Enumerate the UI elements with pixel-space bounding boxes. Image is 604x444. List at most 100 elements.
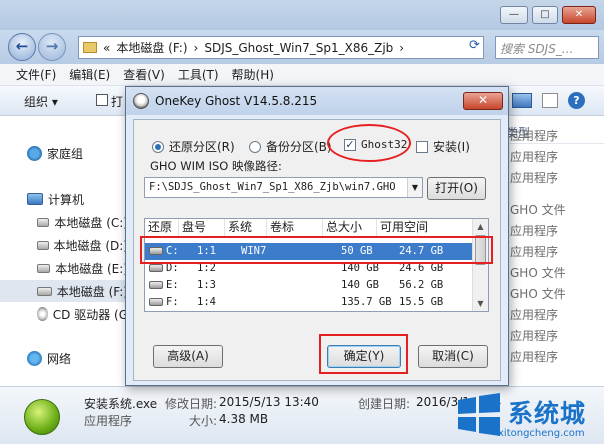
column-header-system[interactable]: 系统 xyxy=(225,219,267,236)
install-checkbox[interactable]: 安装(I) xyxy=(416,138,470,155)
scroll-down-icon[interactable]: ▼ xyxy=(473,296,488,311)
minimize-button[interactable]: — xyxy=(500,6,528,24)
partition-row-f[interactable]: F: 1:4 135.7 GB 15.5 GB xyxy=(145,294,473,311)
back-button[interactable]: ← xyxy=(8,33,36,61)
navigation-pane: 家庭组 计算机 本地磁盘 (C:) 本地磁盘 (D:) 本地磁盘 (E:) 本地… xyxy=(0,116,128,386)
close-button[interactable]: ✕ xyxy=(562,6,596,24)
checkbox-empty-icon xyxy=(416,140,428,153)
file-type-cell[interactable]: GHO 文件 xyxy=(500,263,604,284)
breadcrumb-overflow[interactable]: « xyxy=(103,41,110,55)
details-modified-value: 2015/5/13 13:40 xyxy=(219,395,319,409)
file-type-cell[interactable]: GHO 文件 xyxy=(500,200,604,221)
scroll-thumb[interactable] xyxy=(475,235,486,265)
file-type-cell[interactable]: 应用程序 xyxy=(500,168,604,189)
partition-row-c[interactable]: C: 1:1 WIN7 50 GB 24.7 GB xyxy=(145,243,473,260)
menu-help[interactable]: 帮助(H) xyxy=(232,66,274,83)
dialog-title-bar[interactable]: OneKey Ghost V14.5.8.215 xyxy=(126,87,508,115)
restore-partition-radio[interactable]: 还原分区(R) xyxy=(152,138,235,155)
drive-icon xyxy=(37,240,49,250)
backup-partition-radio[interactable]: 备份分区(B) xyxy=(249,138,332,155)
details-size-value: 4.38 MB xyxy=(219,412,269,426)
hard-disk-icon xyxy=(149,298,163,306)
column-header-volume-label[interactable]: 卷标 xyxy=(267,219,323,236)
column-header-disk-number[interactable]: 盘号 xyxy=(179,219,225,236)
watermark-title: 系统城 xyxy=(508,399,587,428)
windows-logo-icon xyxy=(458,393,500,436)
file-type-cell[interactable]: 应用程序 xyxy=(500,305,604,326)
menu-tools[interactable]: 工具(T) xyxy=(178,66,219,83)
ghost32-checkbox[interactable]: ✓ Ghost32 xyxy=(344,138,407,151)
organize-button[interactable]: 组织 ▾ xyxy=(24,93,58,110)
drive-icon xyxy=(37,263,51,273)
partition-row-d[interactable]: D: 1:2 140 GB 24.6 GB xyxy=(145,260,473,277)
nav-item-network[interactable]: 网络 xyxy=(0,347,128,369)
partition-list-scrollbar[interactable]: ▲ ▼ xyxy=(472,219,488,311)
details-created-label: 创建日期: xyxy=(358,397,411,411)
file-type-cell[interactable]: 应用程序 xyxy=(500,326,604,347)
file-type-cell[interactable]: 应用程序 xyxy=(500,347,604,368)
ok-button[interactable]: 确定(Y) xyxy=(327,345,401,368)
file-type-cell[interactable]: GHO 文件 xyxy=(500,284,604,305)
advanced-button[interactable]: 高级(A) xyxy=(153,345,223,368)
open-button[interactable]: 打 xyxy=(111,93,123,110)
details-size-label: 大小: xyxy=(189,414,218,428)
breadcrumb-separator[interactable]: › xyxy=(194,41,199,55)
installer-app-icon xyxy=(24,399,60,435)
nav-item-drive-c[interactable]: 本地磁盘 (C:) xyxy=(0,211,128,233)
partition-list[interactable]: 还原 盘号 系统 卷标 总大小 可用空间 C: 1:1 WIN7 50 GB 2… xyxy=(144,218,489,312)
partition-row-e[interactable]: E: 1:3 140 GB 56.2 GB xyxy=(145,277,473,294)
menu-view[interactable]: 查看(V) xyxy=(123,66,165,83)
help-icon[interactable]: ? xyxy=(568,92,585,109)
file-type-cell[interactable]: 应用程序 xyxy=(500,221,604,242)
computer-icon xyxy=(27,193,43,205)
hard-disk-icon xyxy=(149,281,163,289)
file-type-cell[interactable]: 应用程序 xyxy=(500,147,604,168)
dialog-close-button[interactable]: ✕ xyxy=(463,92,503,110)
drive-icon xyxy=(37,217,50,227)
dialog-title: OneKey Ghost V14.5.8.215 xyxy=(155,94,318,108)
nav-item-cd-drive[interactable]: CD 驱动器 (G xyxy=(0,303,128,325)
maximize-button[interactable]: □ xyxy=(532,6,558,24)
nav-item-computer[interactable]: 计算机 xyxy=(0,188,128,210)
forward-button[interactable]: → xyxy=(38,33,66,61)
breadcrumb-folder[interactable]: SDJS_Ghost_Win7_Sp1_X86_Zjb xyxy=(204,41,393,55)
file-type-cell[interactable]: 应用程序 xyxy=(500,126,604,147)
watermark-url: xitongcheng.com xyxy=(498,428,585,439)
chevron-down-icon[interactable]: ▼ xyxy=(407,178,422,197)
open-icon xyxy=(96,94,108,106)
search-input[interactable]: 搜索 SDJS_... xyxy=(495,36,599,59)
image-path-combobox[interactable]: F:\SDJS_Ghost_Win7_Sp1_X86_Zjb\win7.GHO … xyxy=(144,177,423,198)
menu-bar: 文件(F) 编辑(E) 查看(V) 工具(T) 帮助(H) xyxy=(0,64,604,86)
menu-file[interactable]: 文件(F) xyxy=(16,66,56,83)
column-header-restore[interactable]: 还原 xyxy=(145,219,179,236)
drive-icon xyxy=(37,286,52,296)
file-type-cell[interactable]: 应用程序 xyxy=(500,242,604,263)
file-list-pane: 类型 应用程序 应用程序 应用程序 GHO 文件 应用程序 应用程序 GHO 文… xyxy=(500,116,604,386)
view-icon[interactable] xyxy=(512,93,532,108)
open-file-button[interactable]: 打开(O) xyxy=(427,177,486,200)
network-icon xyxy=(27,350,42,366)
details-filename: 安装系统.exe xyxy=(84,397,158,411)
homegroup-icon xyxy=(27,145,42,161)
xitongcheng-watermark: 系统城 xitongcheng.com xyxy=(454,384,604,444)
nav-item-drive-e[interactable]: 本地磁盘 (E:) xyxy=(0,257,128,279)
nav-item-drive-d[interactable]: 本地磁盘 (D:) xyxy=(0,234,128,256)
explorer-title-bar: — □ ✕ xyxy=(0,0,604,30)
ghost-app-icon xyxy=(133,93,149,109)
breadcrumb-separator[interactable]: › xyxy=(399,41,404,55)
hard-disk-icon xyxy=(149,264,163,272)
scroll-up-icon[interactable]: ▲ xyxy=(473,219,488,234)
nav-item-drive-f[interactable]: 本地磁盘 (F:) xyxy=(0,280,128,302)
checkmark-icon: ✓ xyxy=(344,137,356,151)
address-bar[interactable]: « 本地磁盘 (F:) › SDJS_Ghost_Win7_Sp1_X86_Zj… xyxy=(78,36,484,59)
refresh-icon[interactable]: ⟳ xyxy=(469,38,480,53)
breadcrumb-drive-f[interactable]: 本地磁盘 (F:) xyxy=(116,39,187,56)
preview-pane-icon[interactable] xyxy=(542,93,558,108)
details-type: 应用程序 xyxy=(84,414,133,428)
nav-item-homegroup[interactable]: 家庭组 xyxy=(0,142,128,164)
menu-edit[interactable]: 编辑(E) xyxy=(69,66,110,83)
cancel-button[interactable]: 取消(C) xyxy=(418,345,488,368)
column-header-free-space[interactable]: 可用空间 xyxy=(377,219,473,236)
image-path-label: GHO WIM ISO 映像路径: xyxy=(150,159,282,173)
column-header-total-size[interactable]: 总大小 xyxy=(323,219,377,236)
